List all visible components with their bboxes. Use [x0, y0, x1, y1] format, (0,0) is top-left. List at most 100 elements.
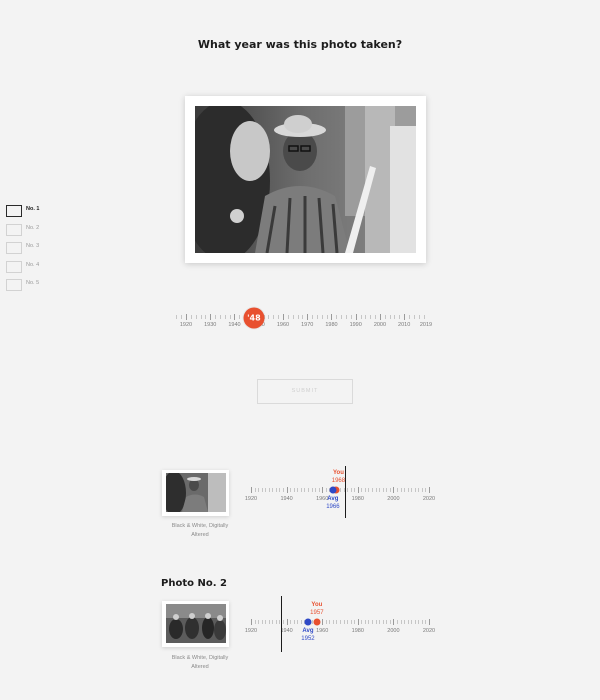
result-timeline-tick-label: 1940 [280, 496, 293, 502]
slider-tick [341, 315, 343, 319]
slider-tick [375, 315, 377, 319]
result-timeline-tick [272, 488, 274, 492]
slider-tick [365, 315, 367, 319]
result-timeline-tick [379, 488, 381, 492]
result-timeline-tick [311, 620, 313, 624]
result-timeline-tick [336, 620, 338, 624]
result-timeline-tick [357, 619, 359, 625]
result-timeline-tick [386, 620, 388, 624]
result-timeline-tick [290, 488, 292, 492]
slider-tick [307, 314, 309, 320]
photo-nav-box[interactable] [6, 223, 22, 236]
result-timeline-tick [350, 620, 352, 624]
result-timeline-tick [368, 620, 370, 624]
photo-nav-box[interactable] [6, 242, 22, 254]
result-timeline-tick-label: 1960 [316, 628, 329, 634]
photo-nav-box[interactable] [6, 205, 22, 217]
result-timeline-tick [283, 620, 285, 624]
photo-nav-box[interactable] [6, 260, 22, 273]
result-timeline-tick [354, 488, 356, 492]
slider-thumb[interactable]: '48 [243, 307, 265, 329]
result-timeline-tick [286, 487, 288, 493]
main-photo [195, 106, 416, 253]
result-timeline-tick-label: 1980 [351, 628, 364, 634]
slider-tick [413, 315, 415, 319]
you-guess-label: You 1957 [310, 601, 323, 617]
result-timeline-tick-label: 1940 [280, 628, 293, 634]
result-2-caption-line2: Altered [191, 664, 209, 670]
photo-nav-item-1[interactable]: No. 1 [6, 205, 66, 217]
slider-tick [394, 315, 396, 319]
result-timeline-tick [283, 488, 285, 492]
result-timeline-tick [429, 487, 430, 493]
result-timeline-tick [396, 620, 398, 624]
slider-tick [229, 315, 231, 319]
result-timeline-tick [268, 620, 270, 624]
photo-nav-item-4[interactable]: No. 4 [6, 260, 66, 273]
slider-tick [355, 314, 357, 320]
slider-tick-label: 1980 [325, 322, 338, 328]
slider-tick [379, 314, 381, 320]
photo-nav-box[interactable] [6, 279, 22, 291]
slider-tick-label: 2000 [373, 322, 387, 328]
result-timeline-tick-label: 1920 [244, 628, 258, 634]
slider-tick [215, 315, 217, 319]
slider-tick [200, 315, 202, 319]
photo-nav-label: No. 4 [26, 261, 40, 268]
result-timeline-tick [414, 620, 416, 624]
slider-tick [302, 315, 304, 319]
result-timeline-tick [340, 620, 341, 624]
result-1-caption: Black & White, Digitally Altered [160, 522, 240, 540]
result-timeline-tick [275, 488, 277, 492]
slider-tick [346, 315, 347, 319]
photo-nav-item-2[interactable]: No. 2 [6, 223, 66, 236]
slider-tick [336, 315, 338, 319]
result-timeline-tick [343, 620, 345, 624]
result-timeline-tick [325, 620, 327, 624]
photo-nav-item-5[interactable]: No. 5 [6, 279, 66, 291]
photo-nav-label: No. 5 [26, 280, 40, 286]
result-timeline-tick [400, 620, 402, 624]
result-timeline-tick [379, 620, 381, 624]
result-timeline-tick [322, 487, 324, 493]
result-timeline-tick [347, 488, 349, 492]
slider-tick [418, 315, 420, 319]
result-timeline-tick [375, 488, 377, 492]
year-slider[interactable]: 1920193019401950196019701980199020002010… [176, 305, 438, 333]
result-timeline-tick [407, 620, 409, 624]
slider-tick-label: 1920 [179, 322, 193, 328]
result-timeline-tick [251, 619, 252, 625]
you-year-text: 1957 [310, 610, 324, 616]
you-guess-label: You 1968 [332, 469, 345, 485]
result-timeline-tick [293, 620, 295, 624]
result-timeline-tick-label: 1920 [244, 496, 258, 502]
result-timeline-tick [411, 488, 413, 492]
slider-tick [176, 315, 178, 319]
question-title: What year was this photo taken? [197, 38, 403, 51]
you-label-text: You [311, 602, 323, 608]
result-2-timeline: 1920 1940 1960 1980 2000 2020 You 1957 Avg 1952 [245, 596, 435, 652]
slider-tick [326, 315, 328, 319]
result-timeline-tick [372, 488, 374, 492]
avg-guess-dot [304, 618, 312, 626]
avg-label-text: Avg [327, 496, 339, 502]
result-timeline-tick [315, 488, 317, 492]
result-timeline-tick-label: 2000 [387, 496, 400, 502]
result-timeline-tick [258, 620, 260, 624]
result-timeline-tick [382, 488, 384, 492]
result-timeline-tick [261, 488, 263, 492]
slider-tick-label: 1930 [204, 322, 217, 328]
result-timeline-tick [254, 488, 256, 492]
result-timeline-tick [357, 487, 359, 493]
slider-tick [404, 314, 406, 320]
result-timeline-tick [332, 620, 334, 624]
result-timeline-tick [429, 619, 430, 625]
photo-nav-item-3[interactable]: No. 3 [6, 242, 66, 254]
slider-tick [312, 315, 314, 319]
result-timeline-tick [325, 488, 327, 492]
main-photo-frame [185, 96, 426, 263]
slider-tick [205, 315, 207, 319]
submit-button[interactable]: SUBMIT [257, 379, 353, 404]
result-timeline-tick [304, 488, 306, 492]
result-timeline-tick [375, 620, 377, 624]
